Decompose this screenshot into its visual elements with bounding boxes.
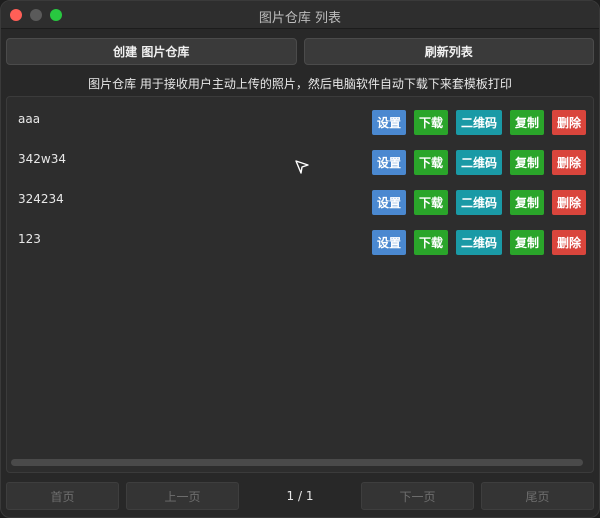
list-item: aaa 设置 下载 二维码 复制 删除 [7, 100, 593, 140]
prev-page-button[interactable]: 上一页 [126, 482, 239, 510]
repo-name: 342w34 [18, 152, 66, 166]
copy-button[interactable]: 复制 [510, 230, 544, 255]
repo-list[interactable]: aaa 设置 下载 二维码 复制 删除 342w34 设置 下载 二维码 复制 … [6, 96, 594, 473]
cursor-icon [295, 160, 309, 174]
first-page-button[interactable]: 首页 [6, 482, 119, 510]
row-actions: 设置 下载 二维码 复制 删除 [372, 110, 586, 135]
download-button[interactable]: 下载 [414, 230, 448, 255]
download-button[interactable]: 下载 [414, 150, 448, 175]
copy-button[interactable]: 复制 [510, 110, 544, 135]
delete-button[interactable]: 删除 [552, 110, 586, 135]
download-button[interactable]: 下载 [414, 110, 448, 135]
settings-button[interactable]: 设置 [372, 150, 406, 175]
row-actions: 设置 下载 二维码 复制 删除 [372, 190, 586, 215]
settings-button[interactable]: 设置 [372, 190, 406, 215]
description-text: 图片仓库 用于接收用户主动上传的照片，然后电脑软件自动下载下来套模板打印 [88, 77, 512, 91]
list-item: 123 设置 下载 二维码 复制 删除 [7, 220, 593, 260]
repo-name: 123 [18, 232, 41, 246]
window-title: 图片仓库 列表 [258, 11, 342, 26]
settings-button[interactable]: 设置 [372, 230, 406, 255]
page-indicator: 1 / 1 [286, 489, 314, 503]
qrcode-button[interactable]: 二维码 [456, 110, 502, 135]
qrcode-button[interactable]: 二维码 [456, 190, 502, 215]
qrcode-button[interactable]: 二维码 [456, 230, 502, 255]
download-button[interactable]: 下载 [414, 190, 448, 215]
delete-button[interactable]: 删除 [552, 150, 586, 175]
copy-button[interactable]: 复制 [510, 150, 544, 175]
copy-button[interactable]: 复制 [510, 190, 544, 215]
delete-button[interactable]: 删除 [552, 230, 586, 255]
next-page-button[interactable]: 下一页 [361, 482, 474, 510]
app-window: 图片仓库 列表 创建 图片仓库 刷新列表 图片仓库 用于接收用户主动上传的照片，… [0, 0, 600, 518]
horizontal-scrollbar[interactable] [11, 459, 583, 466]
repo-name: aaa [18, 112, 41, 126]
repo-name: 324234 [18, 192, 64, 206]
row-actions: 设置 下载 二维码 复制 删除 [372, 150, 586, 175]
title-bar: 图片仓库 列表 [1, 1, 599, 29]
create-repo-button[interactable]: 创建 图片仓库 [6, 38, 297, 65]
delete-button[interactable]: 删除 [552, 190, 586, 215]
list-item: 324234 设置 下载 二维码 复制 删除 [7, 180, 593, 220]
top-toolbar: 创建 图片仓库 刷新列表 [6, 38, 594, 65]
refresh-list-button[interactable]: 刷新列表 [303, 38, 594, 65]
last-page-button[interactable]: 尾页 [481, 482, 594, 510]
pagination: 首页 上一页 1 / 1 下一页 尾页 [6, 482, 594, 510]
settings-button[interactable]: 设置 [372, 110, 406, 135]
row-actions: 设置 下载 二维码 复制 删除 [372, 230, 586, 255]
qrcode-button[interactable]: 二维码 [456, 150, 502, 175]
